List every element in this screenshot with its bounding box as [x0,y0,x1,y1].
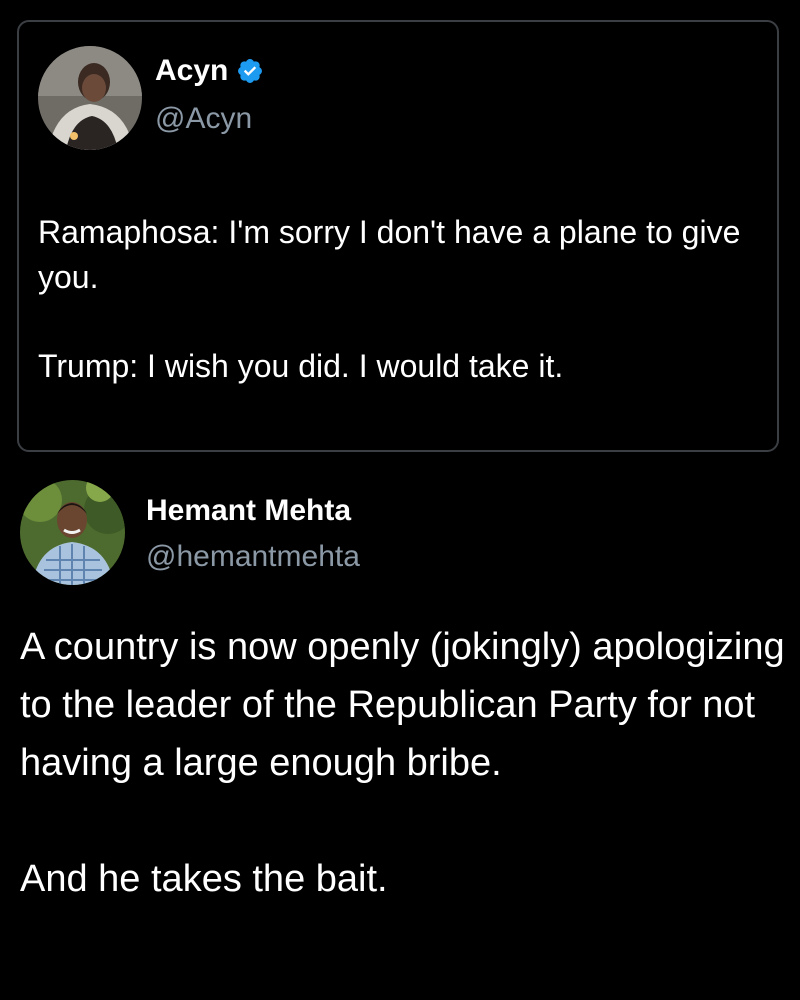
avatar-photo [38,46,142,150]
author-name[interactable]: Hemant Mehta [146,494,351,528]
avatar[interactable] [20,480,125,585]
author-name[interactable]: Acyn [155,54,264,88]
verified-badge-icon [236,57,264,85]
tweet-paragraph: Trump: I wish you did. I would take it. [38,348,564,384]
quoted-tweet-text: Ramaphosa: I'm sorry I don't have a plan… [38,210,768,389]
tweet-paragraph: Ramaphosa: I'm sorry I don't have a plan… [38,214,741,295]
tweet-paragraph: And he takes the bait. [20,858,388,900]
tweet-paragraph: A country is now openly (jokingly) apolo… [20,626,785,784]
post-screenshot: Acyn @Acyn Ramaphosa: I'm sorry I don't … [0,0,800,1000]
author-handle[interactable]: @hemantmehta [146,540,360,574]
tweet-text: A country is now openly (jokingly) apolo… [20,618,790,908]
author-name-text: Acyn [155,54,229,87]
avatar-photo [20,480,125,585]
avatar[interactable] [38,46,142,150]
quoted-tweet-card[interactable]: Acyn @Acyn Ramaphosa: I'm sorry I don't … [17,20,779,452]
author-handle[interactable]: @Acyn [155,102,252,136]
